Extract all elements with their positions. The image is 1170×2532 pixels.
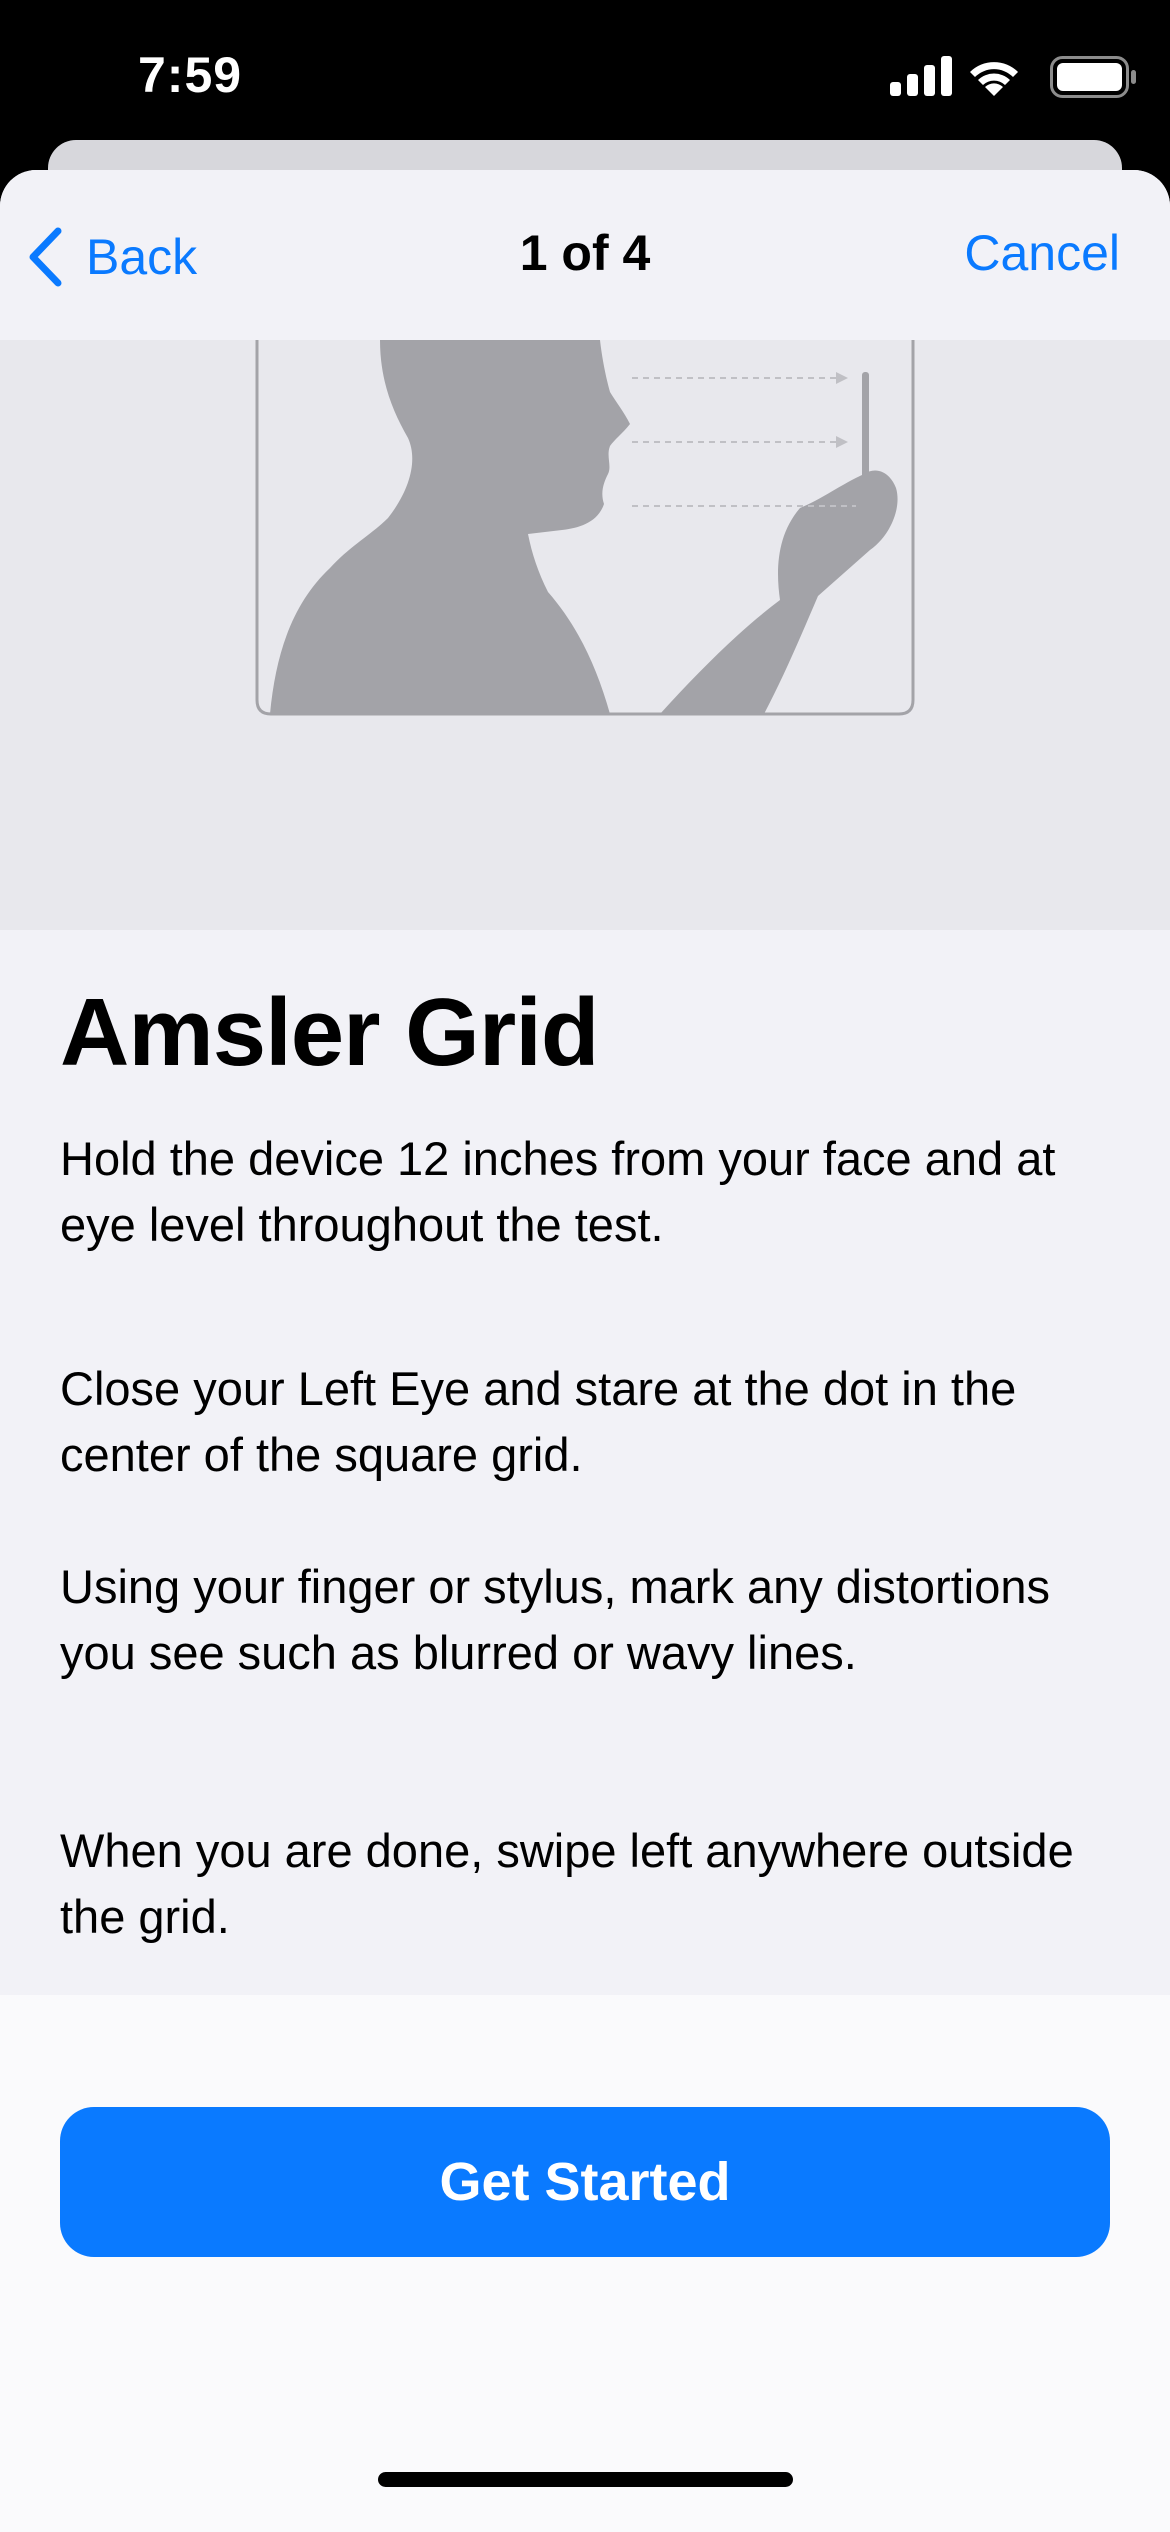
bottom-action-area: Get Started <box>0 1995 1170 2532</box>
wifi-icon <box>970 62 1018 96</box>
home-indicator <box>378 2472 793 2487</box>
instruction-paragraph-4: When you are done, swipe left anywhere o… <box>60 1824 1074 1943</box>
battery-icon <box>1050 56 1136 98</box>
cancel-button[interactable]: Cancel <box>964 224 1120 282</box>
instruction-paragraph-1: Hold the device 12 inches from your face… <box>60 1132 1056 1251</box>
page-title: Amsler Grid <box>60 979 600 1086</box>
navigation-bar: Back 1 of 4 Cancel <box>0 170 1170 340</box>
instruction-paragraph-3: Using your finger or stylus, mark any di… <box>60 1560 1050 1679</box>
instruction-paragraph-2: Close your Left Eye and stare at the dot… <box>60 1362 1017 1481</box>
cellular-signal-icon <box>890 56 952 96</box>
status-time: 7:59 <box>138 47 243 103</box>
get-started-button[interactable]: Get Started <box>60 2107 1110 2257</box>
status-bar: 7:59 <box>0 0 1170 150</box>
